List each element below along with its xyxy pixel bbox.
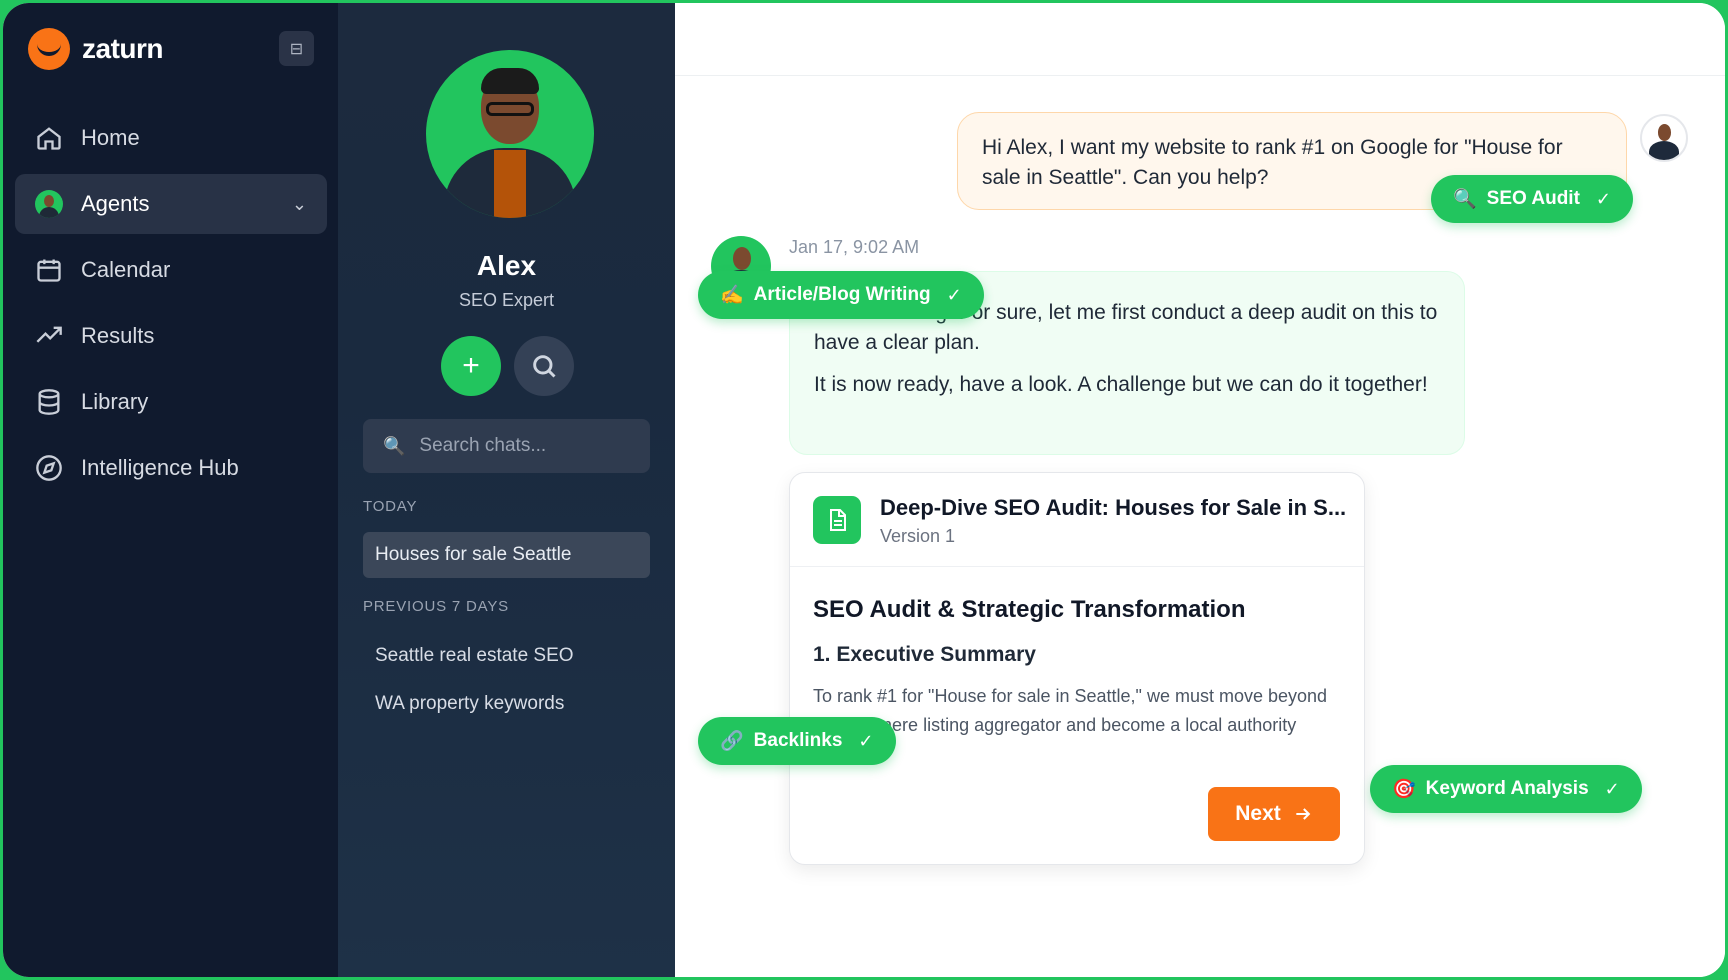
chip-article-blog-writing[interactable]: ✍️ Article/Blog Writing ✓ xyxy=(698,271,984,319)
nav-item-agents[interactable]: Agents ⌄ xyxy=(15,174,327,234)
arrow-right-icon xyxy=(1296,808,1311,820)
nav-item-results[interactable]: Results xyxy=(15,306,327,366)
chat-item[interactable]: Seattle real estate SEO xyxy=(363,633,650,679)
document-card[interactable]: Deep-Dive SEO Audit: Houses for Sale in … xyxy=(789,472,1365,865)
chat-item[interactable]: WA property keywords xyxy=(363,681,650,727)
nav-item-label: Library xyxy=(81,389,149,414)
document-icon xyxy=(813,496,861,544)
section-label-today: TODAY xyxy=(363,498,418,515)
check-icon: ✓ xyxy=(858,730,874,751)
nav-item-home[interactable]: Home xyxy=(15,108,327,168)
search-chats-input[interactable] xyxy=(419,435,640,457)
search-icon: 🔍 xyxy=(383,435,406,456)
chip-label: Keyword Analysis xyxy=(1425,778,1589,799)
nav-item-library[interactable]: Library xyxy=(15,372,327,432)
next-button[interactable]: Next xyxy=(1208,787,1340,841)
brand-logo[interactable]: zaturn xyxy=(28,28,164,70)
compass-icon xyxy=(36,455,62,481)
check-icon: ✓ xyxy=(1595,188,1612,209)
chat-item[interactable]: Houses for sale Seattle xyxy=(363,532,650,578)
nav-item-calendar[interactable]: Calendar xyxy=(15,240,327,300)
chip-label: Backlinks xyxy=(753,730,843,751)
agent-name: Alex xyxy=(476,250,537,281)
document-subheading: 1. Executive Summary xyxy=(813,643,1036,666)
nav-item-label: Results xyxy=(81,323,155,348)
chip-backlinks[interactable]: 🔗 Backlinks ✓ xyxy=(698,717,896,765)
magnifier-emoji-icon: 🔍 xyxy=(1453,189,1477,210)
new-chat-button[interactable]: + xyxy=(441,336,501,396)
chat-header xyxy=(675,3,1725,76)
chevron-down-icon[interactable]: ⌄ xyxy=(292,194,307,215)
next-button-label: Next xyxy=(1235,802,1281,825)
message-timestamp: Jan 17, 9:02 AM xyxy=(789,237,920,257)
nav-item-label: Home xyxy=(81,125,140,150)
writing-hand-emoji-icon: ✍️ xyxy=(720,285,744,306)
agent-avatar-icon xyxy=(35,190,63,218)
chat-search: 🔍 xyxy=(363,419,650,473)
document-heading: SEO Audit & Strategic Transformation xyxy=(813,596,1246,623)
agent-role: SEO Expert xyxy=(458,290,555,310)
nav-item-label: Agents xyxy=(81,191,150,216)
document-header: Deep-Dive SEO Audit: Houses for Sale in … xyxy=(790,473,1364,567)
chip-label: Article/Blog Writing xyxy=(753,284,931,305)
sidebar-collapse-icon[interactable]: ⊟ xyxy=(279,31,314,66)
document-title: Deep-Dive SEO Audit: Houses for Sale in … xyxy=(880,495,1347,520)
logo-icon xyxy=(28,28,70,70)
check-icon: ✓ xyxy=(1604,778,1620,799)
chat-area: Hi Alex, I want my website to rank #1 on… xyxy=(675,3,1725,977)
agent-avatar xyxy=(426,50,594,218)
app-window: zaturn ⊟ Home Agents ⌄ Calendar Results xyxy=(3,3,1725,977)
nav-item-label: Intelligence Hub xyxy=(81,455,239,480)
trending-up-icon xyxy=(36,326,62,343)
home-icon xyxy=(37,127,61,150)
search-button[interactable] xyxy=(514,336,574,396)
chip-seo-audit[interactable]: 🔍 SEO Audit ✓ xyxy=(1431,175,1634,223)
check-icon: ✓ xyxy=(946,284,962,305)
search-icon xyxy=(533,355,556,378)
nav-list: Home Agents ⌄ Calendar Results Library I… xyxy=(15,108,327,504)
database-icon xyxy=(38,389,60,415)
link-emoji-icon: 🔗 xyxy=(720,731,744,752)
target-emoji-icon: 🎯 xyxy=(1392,779,1416,800)
section-label-previous: PREVIOUS 7 DAYS xyxy=(363,598,509,615)
nav-item-intelligence-hub[interactable]: Intelligence Hub xyxy=(15,438,327,498)
user-avatar xyxy=(1640,114,1688,162)
agent-panel: Alex SEO Expert + 🔍 TODAY Houses for sal… xyxy=(338,3,675,977)
brand-name: zaturn xyxy=(82,33,164,64)
calendar-icon xyxy=(37,259,61,282)
chip-label: SEO Audit xyxy=(1486,188,1580,209)
chip-keyword-analysis[interactable]: 🎯 Keyword Analysis ✓ xyxy=(1370,765,1642,813)
main-sidebar: zaturn ⊟ Home Agents ⌄ Calendar Results xyxy=(3,3,338,977)
agent-message-text: It is now ready, have a look. A challeng… xyxy=(814,373,1428,396)
nav-item-label: Calendar xyxy=(81,257,171,282)
document-version: Version 1 xyxy=(880,526,956,546)
